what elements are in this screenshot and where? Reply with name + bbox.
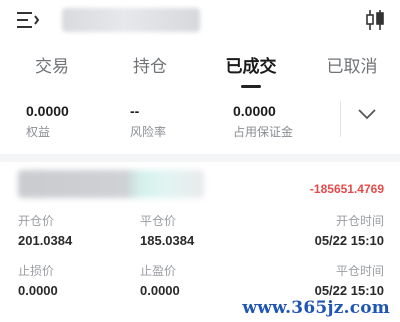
tab-positions[interactable]: 持仓 bbox=[110, 52, 190, 77]
summary-divider bbox=[340, 101, 341, 137]
site-watermark: www.365jz.com bbox=[242, 298, 390, 318]
active-tab-indicator bbox=[241, 85, 261, 88]
stop-loss-label: 止损价 bbox=[18, 264, 55, 278]
blurred-instrument-name bbox=[62, 8, 200, 32]
risk-rate-value: -- bbox=[130, 103, 140, 119]
blurred-record-title bbox=[18, 170, 204, 198]
risk-rate-label: 风险率 bbox=[130, 125, 167, 139]
take-profit-value: 0.0000 bbox=[140, 283, 180, 298]
tab-trade[interactable]: 交易 bbox=[12, 52, 92, 77]
close-price-value: 185.0384 bbox=[140, 233, 195, 248]
section-divider bbox=[0, 154, 400, 162]
tab-cancelled[interactable]: 已取消 bbox=[312, 52, 392, 77]
equity-label: 权益 bbox=[26, 125, 51, 139]
open-price-value: 201.0384 bbox=[18, 233, 73, 248]
equity-value: 0.0000 bbox=[26, 103, 69, 119]
margin-label: 占用保证金 bbox=[233, 125, 294, 139]
open-price-label: 开仓价 bbox=[18, 214, 55, 228]
margin-value: 0.0000 bbox=[233, 103, 276, 119]
tab-bar: 交易 持仓 已成交 已取消 bbox=[0, 52, 400, 90]
tab-filled[interactable]: 已成交 bbox=[211, 52, 291, 77]
menu-icon[interactable] bbox=[16, 10, 40, 30]
open-time-label: 开仓时间 bbox=[335, 214, 384, 228]
close-price-label: 平仓价 bbox=[140, 214, 177, 228]
take-profit-label: 止盈价 bbox=[140, 264, 177, 278]
close-time-value: 05/22 15:10 bbox=[314, 283, 384, 298]
close-time-label: 平仓时间 bbox=[335, 264, 384, 278]
chevron-down-icon[interactable] bbox=[357, 107, 377, 121]
kline-icon[interactable] bbox=[364, 8, 386, 32]
stop-loss-value: 0.0000 bbox=[18, 283, 58, 298]
open-time-value: 05/22 15:10 bbox=[314, 233, 384, 248]
profit-loss-value: -185651.4769 bbox=[309, 182, 384, 196]
account-summary: 0.0000 权益 -- 风险率 0.0000 占用保证金 bbox=[0, 95, 400, 147]
top-bar bbox=[0, 0, 400, 40]
